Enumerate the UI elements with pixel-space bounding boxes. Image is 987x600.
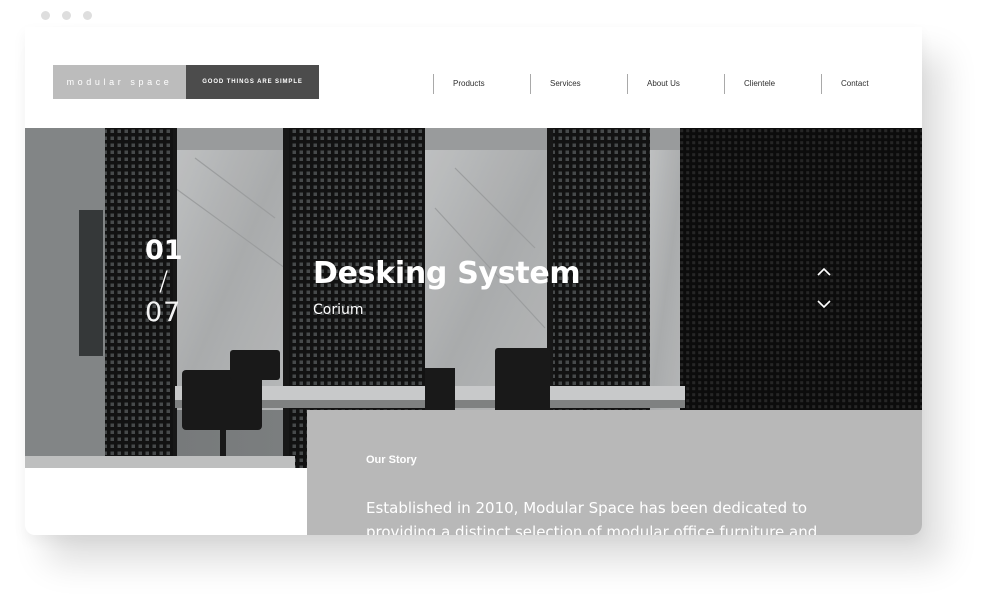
logo-text: modular space xyxy=(53,65,186,99)
story-body: Established in 2010, Modular Space has b… xyxy=(366,499,818,535)
logo-tagline: GOOD THINGS ARE SIMPLE xyxy=(186,65,319,99)
window-dot xyxy=(41,11,50,20)
logo[interactable]: modular space GOOD THINGS ARE SIMPLE xyxy=(53,65,319,99)
chevron-down-icon[interactable] xyxy=(814,297,834,311)
site-header: modular space GOOD THINGS ARE SIMPLE Pro… xyxy=(25,27,922,128)
website-window: modular space GOOD THINGS ARE SIMPLE Pro… xyxy=(25,27,922,535)
nav-item-contact[interactable]: Contact xyxy=(821,74,918,94)
slide-current: 01 xyxy=(145,235,183,266)
slide-total: 07 xyxy=(145,297,182,328)
nav-item-services[interactable]: Services xyxy=(530,74,627,94)
browser-window-controls xyxy=(41,11,92,20)
story-heading: Our Story xyxy=(366,454,417,466)
window-dot xyxy=(62,11,71,20)
nav-item-clientele[interactable]: Clientele xyxy=(724,74,821,94)
chevron-up-icon[interactable] xyxy=(814,265,834,279)
main-nav: Products Services About Us Clientele Con… xyxy=(433,74,918,94)
our-story-panel: Our Story Established in 2010, Modular S… xyxy=(307,410,922,535)
nav-item-about-us[interactable]: About Us xyxy=(627,74,724,94)
nav-item-products[interactable]: Products xyxy=(433,74,530,94)
window-dot xyxy=(83,11,92,20)
slide-counter: 01 / 07 xyxy=(145,234,183,330)
hero-subtitle: Corium xyxy=(313,302,364,318)
slide-separator: / xyxy=(159,266,169,297)
hero-title: Desking System xyxy=(313,256,581,291)
